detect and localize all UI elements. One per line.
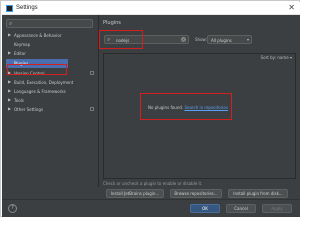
- expand-arrow-icon[interactable]: ▶: [8, 32, 11, 37]
- expand-arrow-icon[interactable]: ▶: [8, 97, 11, 102]
- highlight-box-search: [99, 30, 143, 49]
- footer-divider: [2, 199, 300, 200]
- apply-button[interactable]: Apply: [262, 204, 292, 213]
- expand-arrow-icon[interactable]: ▶: [8, 79, 11, 84]
- window-title: Settings: [16, 5, 38, 11]
- hint-text: Check or uncheck a plugin to enable or d…: [103, 181, 203, 186]
- sidebar-item-keymap[interactable]: Keymap: [2, 40, 98, 49]
- expand-arrow-icon[interactable]: ▶: [8, 88, 11, 93]
- install-jetbrains-plugin-button[interactable]: Install JetBrains plugin...: [106, 189, 164, 198]
- sidebar-item-label: Languages & Frameworks: [14, 89, 66, 94]
- search-icon: ⌕: [9, 20, 13, 27]
- project-settings-icon: [90, 71, 94, 75]
- show-label: Show:: [195, 37, 207, 42]
- install-from-disk-button[interactable]: Install plugin from disk...: [228, 189, 288, 198]
- sidebar-item-build[interactable]: ▶ Build, Execution, Deployment: [2, 78, 98, 87]
- sidebar-item-tools[interactable]: ▶ Tools: [2, 96, 98, 105]
- sidebar-item-label: Other Settings: [14, 107, 44, 112]
- sort-by-dropdown[interactable]: Sort by: name ▾: [261, 55, 292, 60]
- title-bar: Settings ✕: [2, 2, 300, 15]
- help-icon[interactable]: ?: [8, 204, 17, 213]
- chevron-down-icon: ▾: [246, 37, 249, 42]
- sidebar-item-other-settings[interactable]: ▶ Other Settings: [2, 105, 98, 114]
- sidebar-item-languages[interactable]: ▶ Languages & Frameworks: [2, 87, 98, 96]
- sidebar-item-appearance[interactable]: ▶ Appearance & Behavior: [2, 31, 98, 40]
- highlight-box-plugins: [7, 64, 67, 75]
- sidebar-item-label: Tools: [14, 98, 24, 103]
- cancel-button[interactable]: Cancel: [226, 204, 256, 213]
- show-filter-dropdown[interactable]: All plugins ▾: [207, 35, 252, 44]
- clear-search-icon[interactable]: ×: [181, 37, 186, 42]
- highlight-box-empty-state: [140, 93, 232, 120]
- browse-repositories-button[interactable]: Browse repositories...: [170, 189, 222, 198]
- ok-button[interactable]: OK: [190, 204, 220, 213]
- app-icon: [6, 5, 13, 12]
- page-title: Plugins: [103, 20, 121, 26]
- sidebar-item-label: Build, Execution, Deployment: [14, 80, 74, 85]
- close-icon[interactable]: ✕: [288, 4, 295, 12]
- sidebar-item-label: Keymap: [14, 42, 31, 47]
- settings-window: Settings ✕ ⌕ ▶ Appearance & Behavior Key…: [0, 0, 300, 217]
- project-settings-icon: [90, 107, 94, 111]
- settings-search-input[interactable]: ⌕: [6, 19, 93, 28]
- expand-arrow-icon[interactable]: ▶: [8, 50, 11, 55]
- sidebar-item-editor[interactable]: ▶ Editor: [2, 49, 98, 58]
- settings-body: ⌕ ▶ Appearance & Behavior Keymap ▶ Edito…: [2, 15, 300, 217]
- show-filter-value: All plugins: [211, 38, 232, 43]
- sidebar-item-label: Appearance & Behavior: [14, 33, 62, 38]
- sidebar-item-label: Editor: [14, 51, 26, 56]
- expand-arrow-icon[interactable]: ▶: [8, 106, 11, 111]
